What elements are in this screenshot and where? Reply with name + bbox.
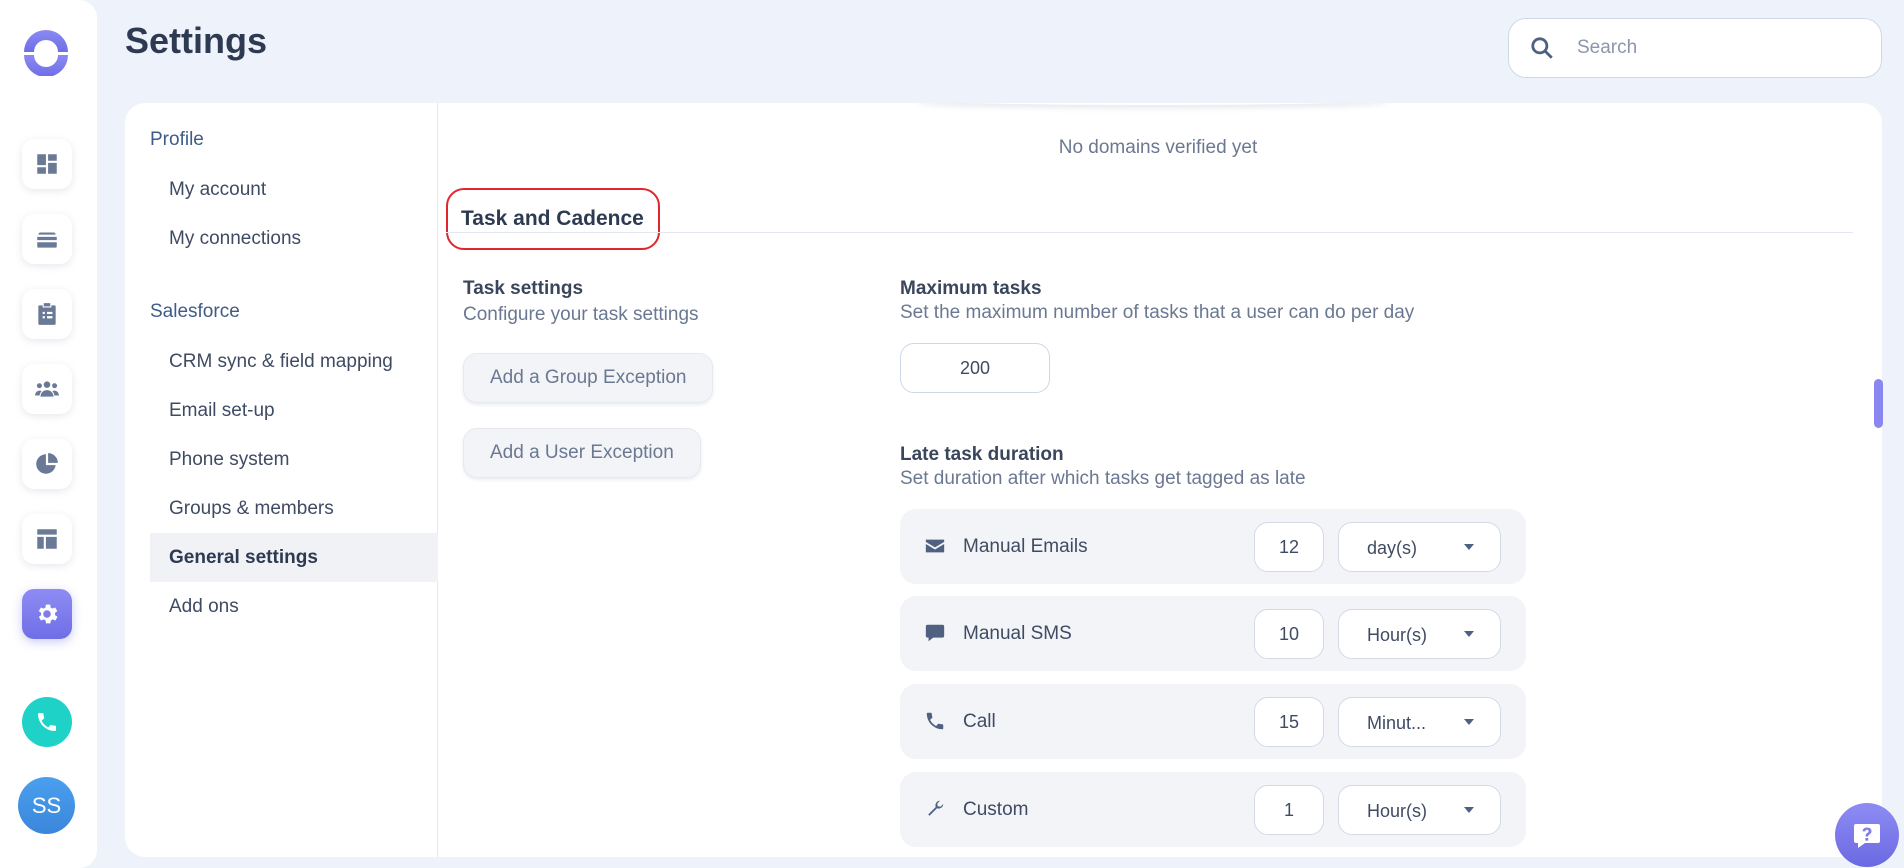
duration-value-input[interactable] [1254, 522, 1324, 572]
stack-icon [37, 232, 57, 248]
task-settings-title: Task settings [463, 278, 584, 299]
row-label: Call [963, 710, 996, 732]
max-tasks-input[interactable] [900, 343, 1050, 393]
row-label: Custom [963, 798, 1029, 820]
max-tasks-title: Maximum tasks [900, 278, 1042, 299]
gear-icon [38, 604, 58, 624]
phone-icon [926, 712, 944, 730]
subnav-item-my-account[interactable]: My account [150, 165, 438, 214]
subnav-item-add-ons[interactable]: Add ons [150, 582, 438, 631]
phone-icon [38, 713, 56, 731]
team-icon [35, 381, 59, 397]
subnav-item-my-connections[interactable]: My connections [150, 214, 438, 263]
search-icon [1531, 37, 1553, 59]
duration-unit-select[interactable]: Hour(s) [1338, 785, 1501, 835]
help-button[interactable] [1835, 803, 1899, 867]
late-duration-row-call: Call Minut... [900, 684, 1526, 759]
duration-unit-select[interactable]: Minut... [1338, 697, 1501, 747]
clipboard-icon [38, 303, 56, 325]
duration-value-input[interactable] [1254, 697, 1324, 747]
app-sidebar: SS [0, 0, 97, 868]
late-duration-desc: Set duration after which tasks get tagge… [900, 468, 1306, 489]
dialer-button[interactable] [22, 697, 72, 747]
subnav-item-email-setup[interactable]: Email set-up [150, 386, 438, 435]
caret-down-icon [1464, 544, 1474, 550]
caret-down-icon [1464, 807, 1474, 813]
dashboard-icon [37, 154, 57, 174]
dashboard-nav-button[interactable] [22, 139, 72, 189]
select-value: Minut... [1367, 712, 1427, 733]
page-title: Settings [125, 20, 268, 61]
stack-nav-button[interactable] [22, 214, 72, 264]
add-user-exception-button[interactable]: Add a User Exception [463, 428, 701, 478]
add-group-exception-button[interactable]: Add a Group Exception [463, 353, 714, 403]
reports-nav-button[interactable] [22, 439, 72, 489]
scrollbar-thumb[interactable] [1874, 379, 1883, 428]
row-label: Manual Emails [963, 535, 1088, 557]
duration-value-input[interactable] [1254, 609, 1324, 659]
select-value: Hour(s) [1367, 800, 1428, 821]
subnav-item-crm-sync[interactable]: CRM sync & field mapping [150, 337, 438, 386]
max-tasks-desc: Set the maximum number of tasks that a u… [900, 302, 1415, 323]
help-chat-icon [1854, 824, 1880, 848]
templates-nav-button[interactable] [22, 514, 72, 564]
chat-bubble-icon [925, 624, 945, 642]
tasks-nav-button[interactable] [22, 289, 72, 339]
layout-icon [37, 529, 57, 549]
settings-nav-button[interactable] [22, 589, 72, 639]
settings-subnav: Profile My account My connections Salesf… [125, 103, 438, 857]
late-duration-row-custom: Custom Hour(s) [900, 772, 1526, 847]
caret-down-icon [1464, 719, 1474, 725]
caret-down-icon [1464, 631, 1474, 637]
subnav-section-salesforce: Salesforce [150, 301, 240, 322]
mail-icon [925, 539, 945, 553]
duration-value-input[interactable] [1254, 785, 1324, 835]
duration-unit-select[interactable]: day(s) [1338, 522, 1501, 572]
late-duration-title: Late task duration [900, 444, 1064, 465]
row-label: Manual SMS [963, 622, 1072, 644]
subnav-item-phone-system[interactable]: Phone system [150, 435, 438, 484]
subnav-item-groups-members[interactable]: Groups & members [150, 484, 438, 533]
late-duration-row-manual-emails: Manual Emails day(s) [900, 509, 1526, 584]
select-value: day(s) [1367, 537, 1418, 558]
content-overlay: Task settings Configure your task settin… [438, 103, 1882, 857]
search-input[interactable] [1577, 37, 1857, 59]
pie-chart-icon [36, 453, 58, 474]
task-settings-desc: Configure your task settings [463, 304, 699, 325]
subnav-section-profile: Profile [150, 129, 204, 150]
duration-unit-select[interactable]: Hour(s) [1338, 609, 1501, 659]
user-avatar[interactable]: SS [18, 777, 75, 834]
app-logo[interactable] [22, 28, 70, 76]
team-nav-button[interactable] [22, 364, 72, 414]
wrench-icon [928, 800, 944, 816]
search-box[interactable] [1508, 18, 1882, 78]
late-duration-row-manual-sms: Manual SMS Hour(s) [900, 596, 1526, 671]
select-value: Hour(s) [1367, 624, 1428, 645]
subnav-item-general-settings[interactable]: General settings [150, 533, 438, 582]
